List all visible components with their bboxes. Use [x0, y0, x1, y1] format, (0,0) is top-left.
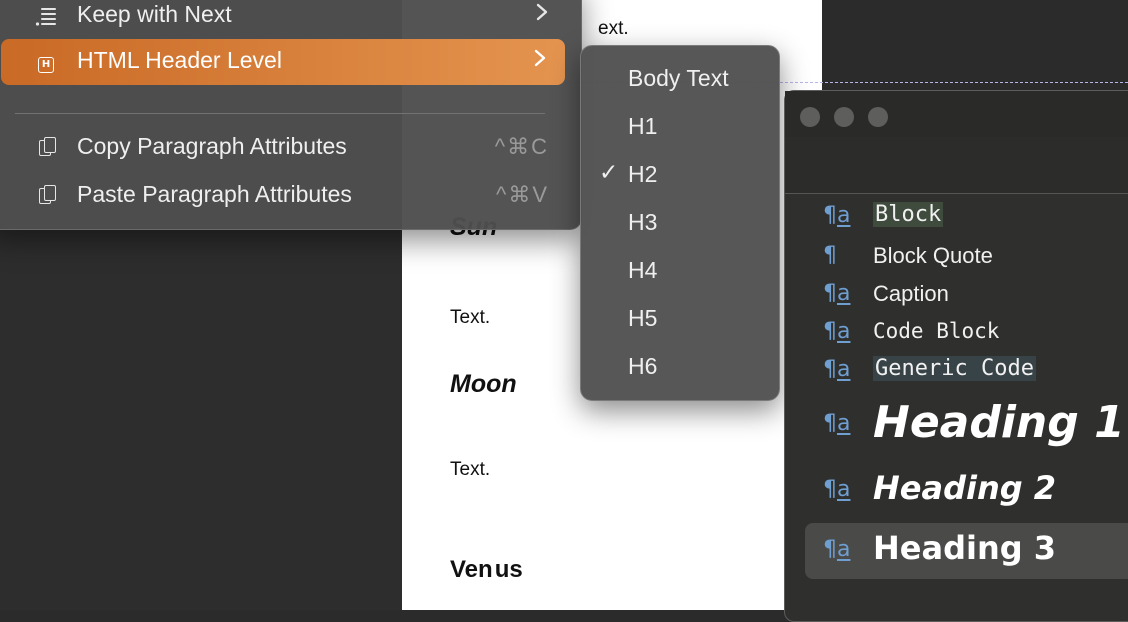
menu-item-copy-paragraph-attributes[interactable]: Copy Paragraph Attributes ^⌘C [1, 125, 567, 171]
style-row-heading-2[interactable]: ¶a Heading 2 [805, 469, 1128, 515]
html-header-level-submenu: Body Text H1 ✓ H2 H3 H4 H5 H6 [580, 45, 780, 401]
menu-item-paste-paragraph-attributes[interactable]: Paste Paragraph Attributes ^⌘V [1, 173, 567, 219]
doc-heading-venus[interactable]: Venus [450, 556, 523, 591]
menu-item-label: Paste Paragraph Attributes [77, 181, 352, 207]
checkmark-icon: ✓ [599, 160, 619, 186]
chevron-right-icon [533, 47, 547, 75]
doc-body-text: Text. [450, 459, 491, 480]
submenu-item-label: Body Text [628, 65, 729, 91]
h-badge-icon: H [35, 51, 57, 73]
doc-body-text: Text. [450, 307, 491, 328]
panel-toolbar [785, 137, 1128, 194]
submenu-item-h2[interactable]: ✓ H2 [581, 152, 779, 198]
menu-item-label: Keep with Next [77, 1, 232, 27]
style-name: Generic Code [873, 356, 1036, 381]
format-context-menu: Keep with Next H HTML Header Level Copy … [0, 0, 582, 230]
style-name: Code Block [873, 319, 1000, 343]
panel-titlebar[interactable] [785, 91, 1128, 138]
submenu-item-label: H5 [628, 305, 658, 331]
submenu-item-label: H2 [628, 161, 658, 187]
paragraph-icon: ¶ [823, 243, 837, 268]
submenu-item-label: H6 [628, 353, 658, 379]
menu-item-html-header-level[interactable]: H HTML Header Level [1, 39, 565, 85]
paragraph-style-icon: ¶a [823, 281, 851, 306]
submenu-item-h1[interactable]: H1 [581, 104, 779, 150]
submenu-item-h6[interactable]: H6 [581, 344, 779, 390]
style-row-heading-3-selected[interactable]: ¶a Heading 3 [805, 523, 1128, 579]
venus-heading-text: Venus [450, 556, 523, 583]
style-name: Heading 1 [873, 397, 1125, 448]
paragraph-style-icon: ¶a [823, 319, 851, 344]
menu-item-keep-with-next[interactable]: Keep with Next [1, 0, 567, 39]
submenu-item-label: H3 [628, 209, 658, 235]
menu-item-label: HTML Header Level [77, 47, 282, 73]
paragraph-style-icon: ¶a [823, 477, 851, 502]
menu-item-label: Copy Paragraph Attributes [77, 133, 347, 159]
style-name: Heading 2 [873, 469, 1057, 507]
minimize-window-button[interactable] [834, 107, 854, 127]
style-name: Caption [873, 281, 949, 306]
doc-text-fragment: ext. [598, 18, 629, 39]
paragraph-style-icon: ¶a [823, 357, 851, 382]
submenu-item-h5[interactable]: H5 [581, 296, 779, 342]
style-name: Heading 3 [873, 529, 1057, 567]
style-row-code-block[interactable]: ¶a Code Block [805, 317, 1128, 351]
paragraph-style-icon: ¶a [823, 411, 851, 436]
shortcut-label: ^⌘V [496, 182, 549, 207]
submenu-item-body-text[interactable]: Body Text [581, 56, 779, 102]
styles-panel-window: ¶a Block ¶ Block Quote ¶a Caption ¶a Cod… [784, 90, 1128, 622]
style-row-heading-1[interactable]: ¶a Heading 1 [805, 397, 1128, 457]
style-row-block-quote[interactable]: ¶ Block Quote [805, 241, 1128, 275]
paragraph-lines-icon [35, 5, 57, 27]
doc-heading-moon: Moon [450, 370, 517, 398]
chevron-right-icon [535, 1, 549, 29]
paste-doc-icon [35, 185, 57, 207]
zoom-window-button[interactable] [868, 107, 888, 127]
style-name: Block Quote [873, 243, 993, 268]
menu-separator [15, 113, 545, 114]
submenu-item-label: H1 [628, 113, 658, 139]
style-row-generic-code[interactable]: ¶a Generic Code [805, 355, 1128, 389]
style-row-caption[interactable]: ¶a Caption [805, 279, 1128, 313]
style-row-block[interactable]: ¶a Block [805, 201, 1128, 235]
close-window-button[interactable] [800, 107, 820, 127]
submenu-item-label: H4 [628, 257, 658, 283]
submenu-item-h4[interactable]: H4 [581, 248, 779, 294]
paragraph-style-icon: ¶a [823, 203, 851, 228]
submenu-item-h3[interactable]: H3 [581, 200, 779, 246]
paragraph-style-icon: ¶a [823, 537, 851, 562]
shortcut-label: ^⌘C [494, 134, 549, 159]
copy-doc-icon [35, 137, 57, 159]
style-name: Block [873, 202, 944, 227]
